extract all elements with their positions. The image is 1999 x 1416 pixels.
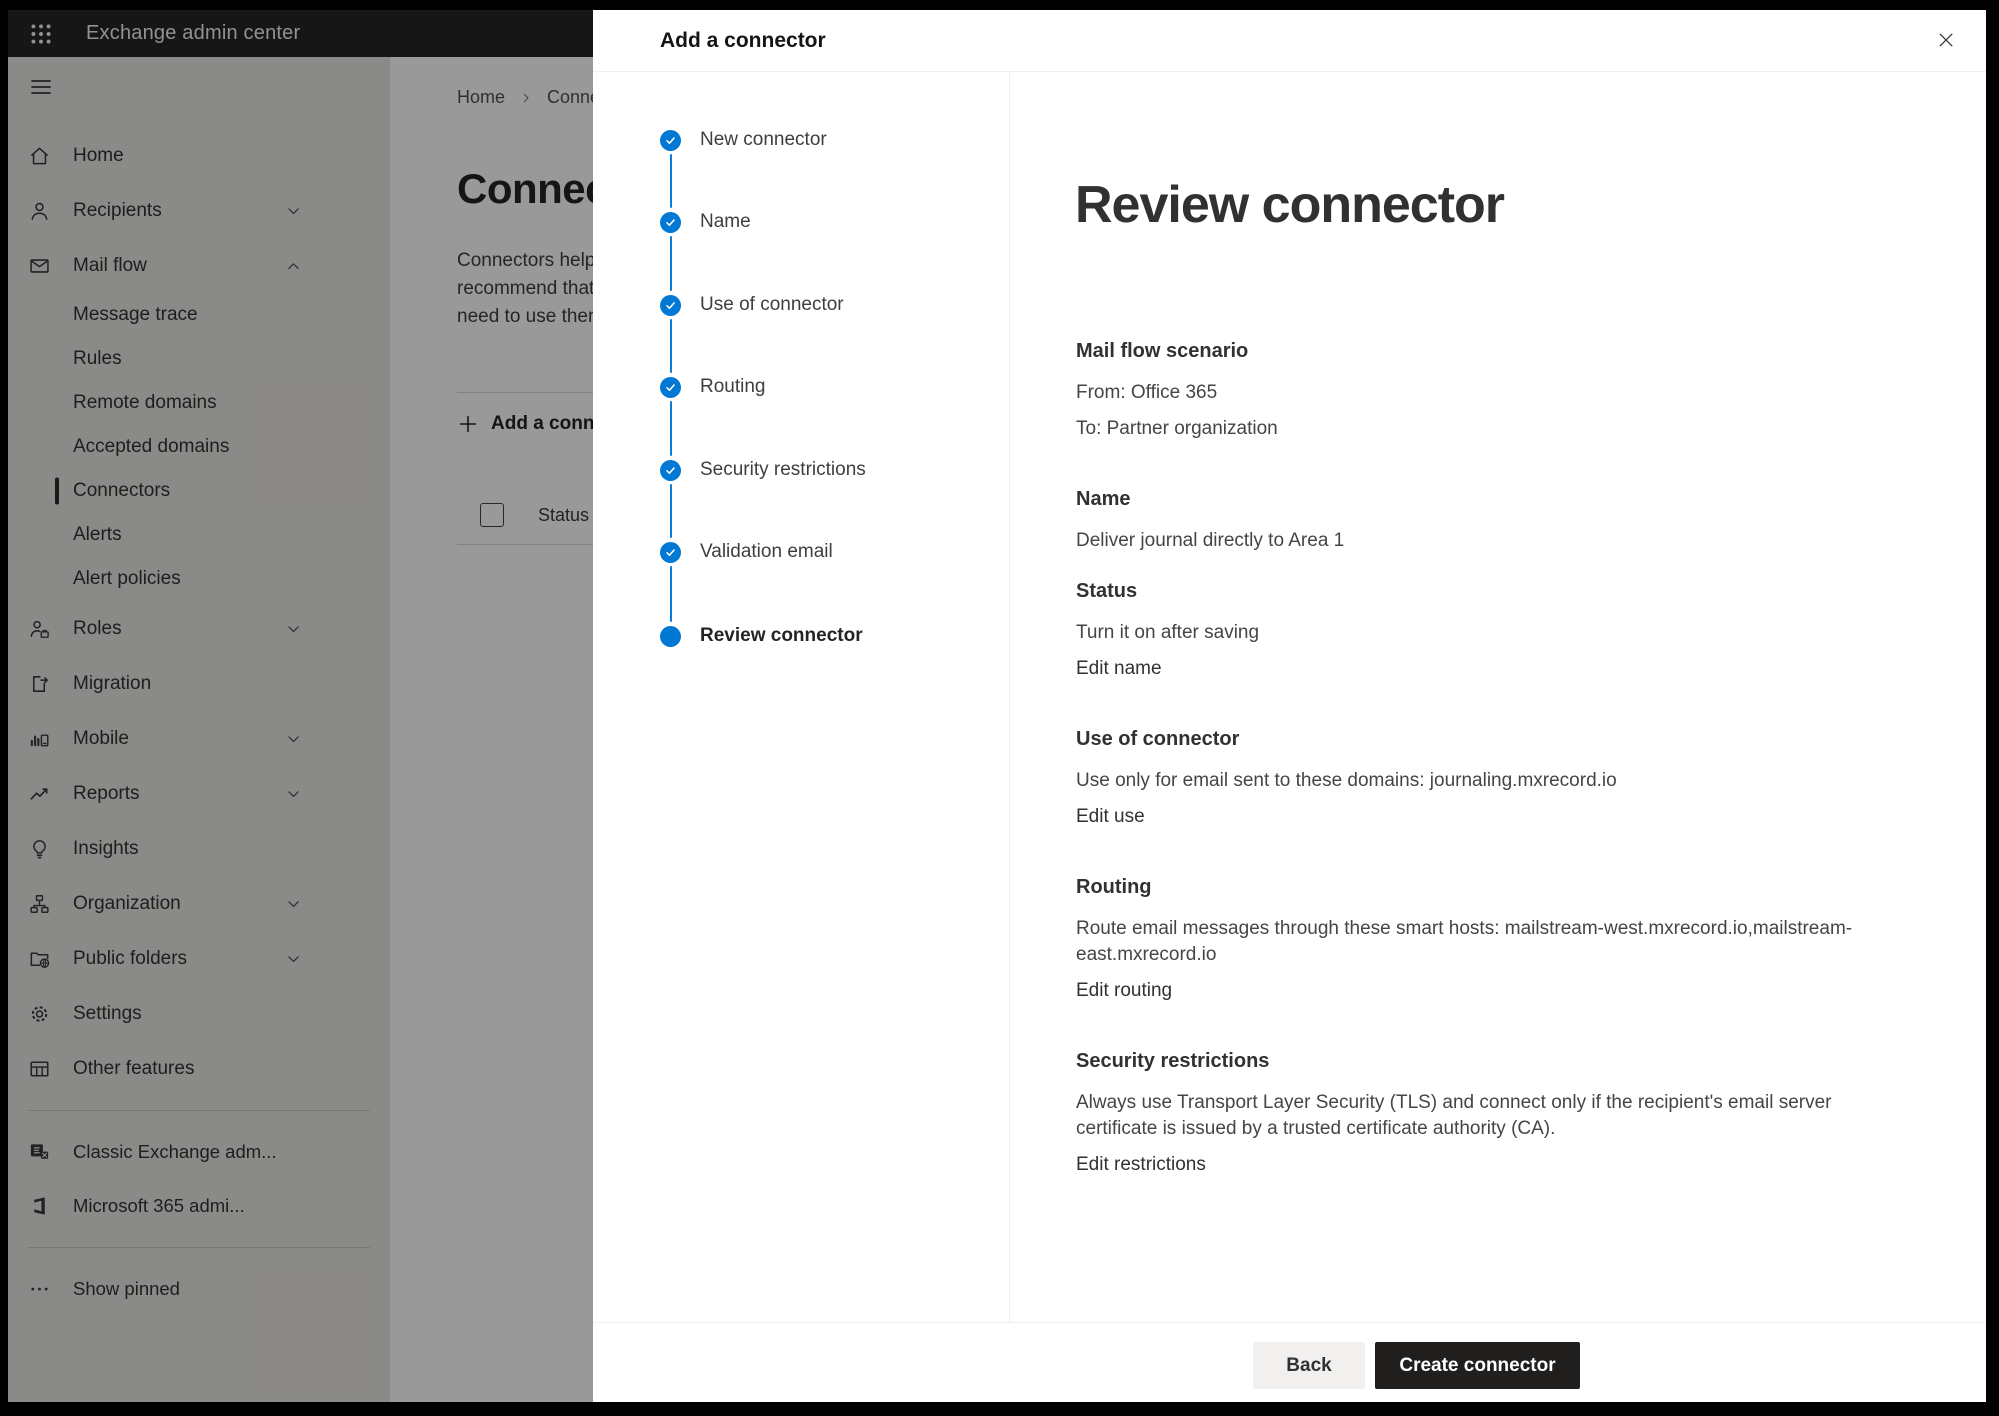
screen: Exchange admin center HomeRecipientsMail… [8, 10, 1986, 1402]
wizard-step-label: New connector [700, 129, 827, 151]
step-connector-line [670, 154, 673, 208]
review-section: Use of connector Use only for email sent … [1076, 726, 1884, 830]
step-connector-line [670, 401, 673, 456]
dialog-header: Add a connector [593, 10, 1986, 72]
wizard-steps: New connector Name Use of connector Routing… [593, 71, 1009, 1323]
section-header: Routing [1076, 874, 1884, 900]
section-header: Status [1076, 578, 1884, 604]
edit-routing-link[interactable]: Edit routing [1076, 978, 1172, 1004]
section-text: From: Office 365 [1076, 380, 1884, 406]
step-current-dot [660, 626, 681, 647]
edit-name-link[interactable]: Edit name [1076, 656, 1162, 682]
wizard-step-label: Routing [700, 376, 766, 398]
step-connector-line [670, 236, 673, 291]
dialog-footer: Back Create connector [593, 1322, 1986, 1402]
section-header: Security restrictions [1076, 1048, 1884, 1074]
section-text: Always use Transport Layer Security (TLS… [1076, 1090, 1884, 1142]
step-connector-line [670, 484, 673, 538]
wizard-step-label: Validation email [700, 541, 833, 563]
divider [1009, 71, 1010, 1323]
review-section: Name Deliver journal directly to Area 1 St… [1076, 486, 1884, 682]
section-header: Use of connector [1076, 726, 1884, 752]
step-complete-icon [660, 295, 681, 316]
close-icon [1936, 30, 1956, 50]
wizard-step-label: Review connector [700, 625, 863, 647]
close-button[interactable] [1928, 22, 1964, 58]
review-section: Mail flow scenario From: Office 365 To: Pa… [1076, 338, 1884, 442]
add-connector-dialog: Add a connector New connector Name Use of … [593, 10, 1986, 1402]
section-text: Use only for email sent to these domains… [1076, 768, 1884, 794]
step-complete-icon [660, 212, 681, 233]
step-complete-icon [660, 460, 681, 481]
dialog-title: Add a connector [660, 10, 826, 71]
wizard-step-label: Security restrictions [700, 459, 866, 481]
wizard-step-label: Use of connector [700, 294, 844, 316]
review-section: Security restrictions Always use Transpor… [1076, 1048, 1884, 1178]
section-text: Turn it on after saving [1076, 620, 1884, 646]
edit-use-link[interactable]: Edit use [1076, 804, 1145, 830]
section-header: Mail flow scenario [1076, 338, 1884, 364]
create-connector-button[interactable]: Create connector [1375, 1342, 1580, 1389]
review-section: Routing Route email messages through thes… [1076, 874, 1884, 1004]
step-complete-icon [660, 542, 681, 563]
review-sections: Mail flow scenario From: Office 365 To: Pa… [1076, 320, 1884, 1178]
section-text: Deliver journal directly to Area 1 [1076, 528, 1884, 554]
section-text: Route email messages through these smart… [1076, 916, 1884, 968]
back-button[interactable]: Back [1253, 1342, 1365, 1389]
section-header: Name [1076, 486, 1884, 512]
step-complete-icon [660, 377, 681, 398]
edit-restrictions-link[interactable]: Edit restrictions [1076, 1152, 1206, 1178]
step-connector-line [670, 566, 673, 622]
step-complete-icon [660, 130, 681, 151]
review-heading: Review connector [1075, 175, 1504, 235]
section-text: To: Partner organization [1076, 416, 1884, 442]
wizard-step-label: Name [700, 211, 751, 233]
step-connector-line [670, 319, 673, 373]
